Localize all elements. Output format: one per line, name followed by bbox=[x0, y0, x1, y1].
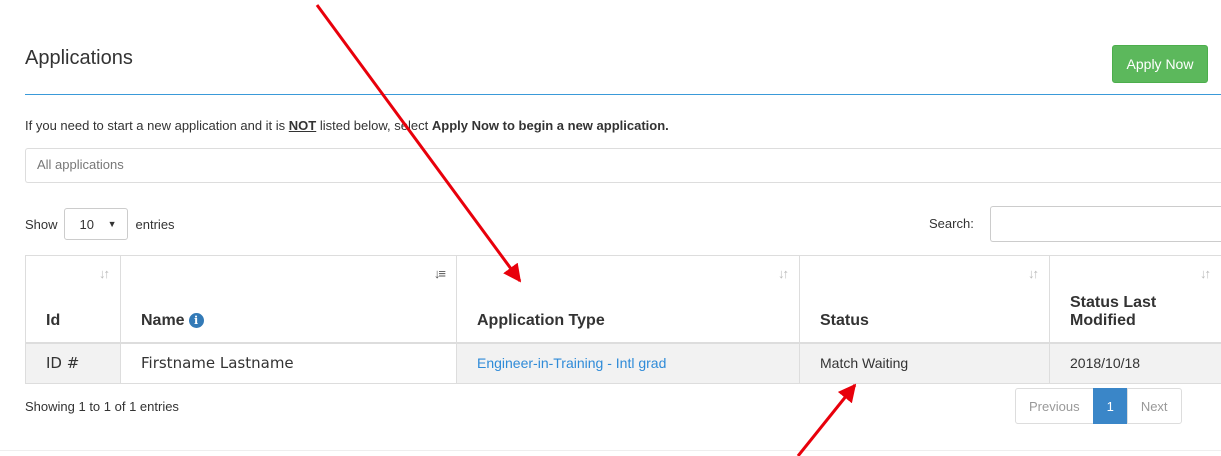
entries-label: entries bbox=[135, 216, 175, 232]
cell-id: ID # bbox=[25, 342, 121, 384]
column-header-name[interactable]: ↓≡ Name i bbox=[120, 255, 457, 344]
search-input[interactable] bbox=[990, 206, 1221, 242]
sort-ascending-icon: ↓≡ bbox=[433, 266, 446, 281]
apply-now-button[interactable]: Apply Now bbox=[1112, 45, 1208, 83]
cell-name: Firstname Lastname bbox=[120, 342, 457, 384]
instruction-text: If you need to start a new application a… bbox=[25, 118, 669, 133]
title-divider bbox=[25, 94, 1221, 95]
column-header-application-type[interactable]: ↓↑ Application Type bbox=[456, 255, 800, 344]
sort-icon: ↓↑ bbox=[99, 266, 110, 281]
column-header-status-last-modified[interactable]: ↓↑ Status Last Modified bbox=[1049, 255, 1221, 344]
pagination: Previous 1 Next bbox=[1015, 388, 1182, 424]
info-icon[interactable]: i bbox=[188, 313, 204, 328]
sort-icon: ↓↑ bbox=[778, 266, 789, 281]
annotation-arrow-application-type bbox=[315, 4, 522, 283]
column-modified-label: Status Last Modified bbox=[1070, 294, 1157, 329]
entries-per-page-value: 10 bbox=[79, 216, 94, 232]
search-label: Search: bbox=[929, 216, 974, 231]
notice-bold-end: Apply Now to begin a new application. bbox=[431, 118, 669, 133]
cell-status: Match Waiting bbox=[799, 342, 1050, 384]
column-status-label: Status bbox=[820, 312, 869, 329]
next-button[interactable]: Next bbox=[1126, 388, 1182, 424]
column-header-id[interactable]: ↓↑ Id bbox=[25, 255, 121, 344]
show-label: Show bbox=[25, 216, 58, 232]
notice-middle: listed below, select bbox=[316, 118, 432, 133]
annotation-arrow-status bbox=[796, 383, 857, 456]
column-name-label: Name bbox=[141, 312, 185, 329]
cell-application-type: Engineer-in-Training - Intl grad bbox=[456, 342, 800, 384]
sort-icon: ↓↑ bbox=[1028, 266, 1039, 281]
sort-icon: ↓↑ bbox=[1200, 266, 1211, 281]
bottom-divider bbox=[0, 450, 1221, 451]
application-type-link[interactable]: Engineer-in-Training - Intl grad bbox=[477, 355, 666, 371]
column-header-status[interactable]: ↓↑ Status bbox=[799, 255, 1050, 344]
column-id-label: Id bbox=[46, 312, 61, 329]
previous-button[interactable]: Previous bbox=[1015, 388, 1094, 424]
notice-before: If you need to start a new application a… bbox=[25, 118, 289, 133]
table-row: ID # Firstname Lastname Engineer-in-Trai… bbox=[25, 342, 1221, 384]
page-1-button[interactable]: 1 bbox=[1092, 388, 1128, 424]
caret-down-icon: ▼ bbox=[107, 219, 117, 229]
applications-table: ↓↑ Id ↓≡ Name i ↓↑ Application Type ↓↑ Status… bbox=[25, 255, 1221, 384]
entries-per-page-select[interactable]: 10 ▼ bbox=[63, 208, 128, 240]
applications-filter-select[interactable]: All applications bbox=[25, 148, 1221, 183]
notice-not: NOT bbox=[288, 118, 317, 133]
table-info: Showing 1 to 1 of 1 entries bbox=[25, 399, 179, 414]
cell-status-last-modified: 2018/10/18 bbox=[1049, 342, 1221, 384]
page-title: Applications bbox=[25, 47, 133, 69]
column-type-label: Application Type bbox=[477, 312, 605, 329]
length-menu: Show 10 ▼ entries bbox=[25, 208, 175, 240]
